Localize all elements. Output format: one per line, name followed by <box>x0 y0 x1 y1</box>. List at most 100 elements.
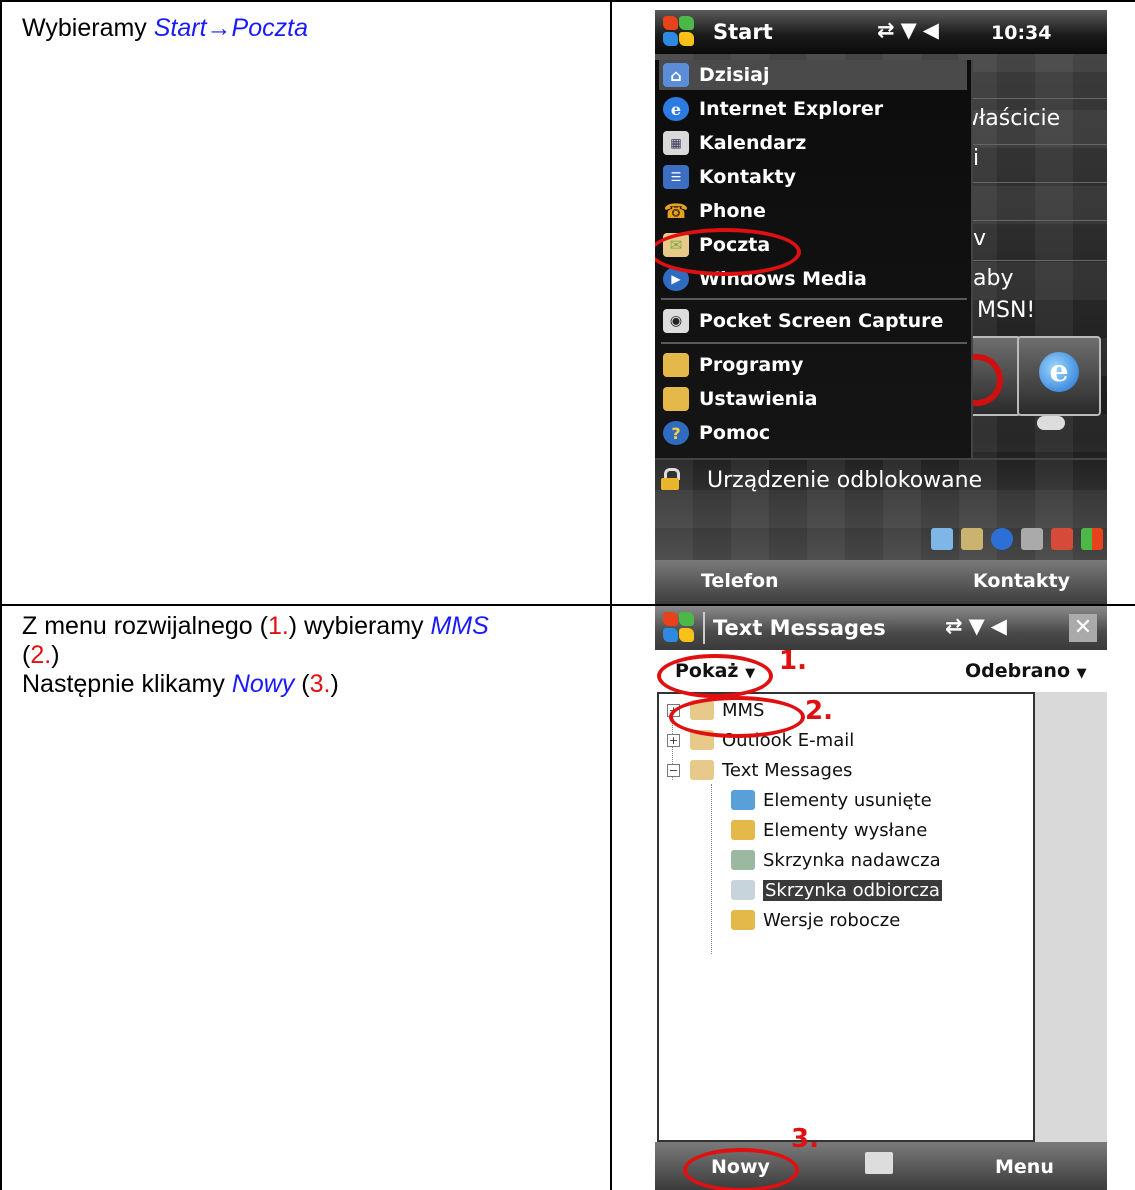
step-number-1: 1. <box>267 612 289 640</box>
annotation-3: 3. <box>791 1124 819 1154</box>
highlight-ring-show <box>657 654 773 698</box>
tree-guide <box>711 784 712 954</box>
status-icons: ⇄▼◀ <box>945 614 1013 638</box>
sync-icon: ⇄ <box>945 614 969 638</box>
calendar-icon: ▦ <box>663 131 689 155</box>
network-icon[interactable] <box>1051 528 1073 550</box>
home-icon: ⌂ <box>663 63 689 87</box>
sync-icon: ⇄ <box>877 18 901 42</box>
tree-item-sent-items[interactable]: Elementy wysłane <box>731 816 927 844</box>
instruction-link-mms: MMS <box>430 612 489 640</box>
menu-item-programy[interactable]: Programy <box>659 350 967 380</box>
tree-item-label: Skrzynka odbiorcza <box>763 879 942 901</box>
tree-item-label: Skrzynka nadawcza <box>763 849 941 871</box>
internet-explorer-icon: e <box>663 97 689 121</box>
bluetooth-icon[interactable] <box>991 528 1013 550</box>
message-list-pane <box>1033 692 1107 1142</box>
internet-explorer-tile[interactable]: e <box>1017 336 1101 416</box>
tree-item-text-messages[interactable]: − Text Messages <box>667 756 852 784</box>
windows-start-icon[interactable] <box>661 610 697 644</box>
menu-item-internet-explorer[interactable]: e Internet Explorer <box>659 94 967 124</box>
tree-item-deleted-items[interactable]: Elementy usunięte <box>731 786 932 814</box>
softkey-menu[interactable]: Menu <box>995 1156 1054 1178</box>
menu-item-ustawienia[interactable]: Ustawienia <box>659 384 967 414</box>
inbox-icon <box>731 880 755 900</box>
windows-start-icon[interactable] <box>661 14 697 48</box>
today-text-line: MSN! <box>977 298 1036 323</box>
padlock-icon[interactable] <box>661 468 680 490</box>
instruction-text: Wybieramy <box>22 14 154 42</box>
wireless-icon[interactable] <box>931 528 953 550</box>
tree-item-label: Text Messages <box>722 759 853 781</box>
close-icon[interactable]: ✕ <box>1069 614 1097 642</box>
today-divider <box>971 220 1107 221</box>
instruction-line-1: Z menu rozwijalnego (1.) wybieramy MMS <box>22 612 489 641</box>
annotation-1: 1. <box>779 646 807 676</box>
power-icon[interactable] <box>1021 528 1043 550</box>
outbox-icon <box>731 850 755 870</box>
storage-card-icon[interactable] <box>961 528 983 550</box>
volume-icon: ◀ <box>990 614 1013 638</box>
title-bar: Start ⇄▼◀ 10:34 <box>655 10 1107 54</box>
messaging-screenshot: Text Messages ⇄▼◀ ✕ Pokaż ▼ Odebrano ▼ +… <box>655 606 1107 1190</box>
menu-item-kalendarz[interactable]: ▦ Kalendarz <box>659 128 967 158</box>
menu-item-label: Programy <box>699 354 804 376</box>
today-text-line: i <box>973 146 980 171</box>
menu-item-kontakty[interactable]: ☰ Kontakty <box>659 162 967 192</box>
menu-item-dzisiaj[interactable]: ⌂ Dzisiaj <box>659 60 967 90</box>
expand-icon[interactable]: + <box>667 733 680 747</box>
menu-item-phone[interactable]: ☎ Phone <box>659 196 967 226</box>
highlight-ring-poczta <box>655 228 801 276</box>
divider <box>655 458 1107 460</box>
today-owner-text: właścicie <box>961 106 1061 131</box>
instruction-text: Z menu rozwijalnego ( <box>22 612 268 640</box>
annotation-2: 2. <box>805 696 833 726</box>
tree-item-label: Elementy usunięte <box>763 789 932 811</box>
menu-item-label: Phone <box>699 200 766 222</box>
instruction-text: ) wybieramy <box>288 612 431 640</box>
tree-item-inbox[interactable]: Skrzynka odbiorcza <box>731 876 942 904</box>
chevron-down-icon: ▼ <box>1076 666 1087 681</box>
start-menu-screenshot: Start ⇄▼◀ 10:34 właścicie i v aby MSN! e… <box>655 10 1107 604</box>
menu-item-label: Internet Explorer <box>699 98 884 120</box>
task-manager-icon[interactable] <box>1081 528 1103 550</box>
instruction-text: Następnie klikamy <box>22 670 232 698</box>
softkey-kontakty[interactable]: Kontakty <box>973 570 1070 592</box>
help-icon: ? <box>663 421 689 445</box>
notification-tray <box>931 528 1103 550</box>
device-unlocked-text[interactable]: Urządzenie odblokowane <box>707 468 982 493</box>
title-start[interactable]: Start <box>713 20 773 44</box>
softkey-bar: Telefon Kontakty <box>655 560 1107 604</box>
settings-folder-icon <box>663 387 689 411</box>
instruction-link-start-poczta: Start→Poczta <box>153 14 308 42</box>
table-border-divider <box>610 0 612 1190</box>
sent-items-folder-icon <box>731 820 755 840</box>
softkey-telefon[interactable]: Telefon <box>701 570 779 592</box>
collapse-icon[interactable]: − <box>667 763 680 777</box>
menu-item-label: Pomoc <box>699 422 771 444</box>
today-divider <box>971 260 1107 261</box>
clock[interactable]: 10:34 <box>991 22 1051 44</box>
title-divider <box>703 612 705 644</box>
title-bar: Text Messages ⇄▼◀ ✕ <box>655 606 1107 650</box>
instruction-line-3: Następnie klikamy Nowy (3.) <box>22 670 489 699</box>
menu-item-pomoc[interactable]: ? Pomoc <box>659 418 967 448</box>
folder-tree: + MMS + Outlook E-mail − Text Messages E… <box>657 692 1035 1142</box>
step-number-2: 2. <box>30 641 52 669</box>
highlight-ring-mms <box>669 696 805 738</box>
instruction-line-2: (2.) <box>22 641 489 670</box>
menu-item-pocket-screen-capture[interactable]: ◉ Pocket Screen Capture <box>659 306 967 336</box>
keyboard-icon[interactable] <box>865 1152 893 1174</box>
tree-item-drafts[interactable]: Wersje robocze <box>731 906 900 934</box>
signal-icon: ▼ <box>900 18 923 42</box>
today-divider <box>971 98 1107 99</box>
signal-icon: ▼ <box>968 614 991 638</box>
scroll-down-icon[interactable] <box>1037 416 1065 430</box>
today-divider <box>971 144 1107 145</box>
tree-item-label: Elementy wysłane <box>763 819 928 841</box>
title-text-messages: Text Messages <box>713 616 886 640</box>
tree-item-outbox[interactable]: Skrzynka nadawcza <box>731 846 941 874</box>
menu-item-label: Ustawienia <box>699 388 818 410</box>
instruction-text: ( <box>294 670 310 698</box>
sort-dropdown[interactable]: Odebrano ▼ <box>965 660 1087 682</box>
